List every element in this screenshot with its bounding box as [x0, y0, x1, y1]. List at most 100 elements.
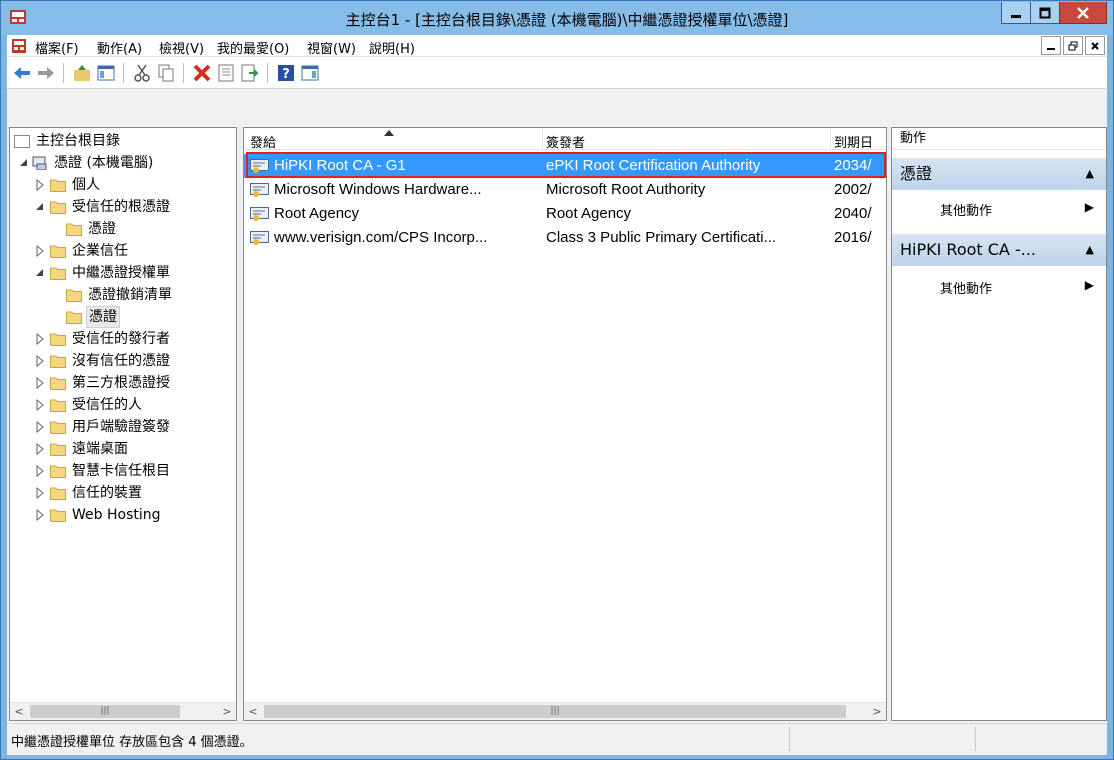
maximize-button[interactable] [1030, 2, 1060, 24]
collapsed-triangle-icon[interactable] [34, 504, 46, 526]
tree-node-trusted-root-certificates[interactable]: 憑證 [12, 218, 236, 240]
submenu-arrow-icon: ▶ [1084, 278, 1094, 292]
certificate-row[interactable]: Root Agency Root Agency 2040/ [244, 202, 886, 226]
collapsed-triangle-icon[interactable] [34, 438, 46, 460]
cell-issued-by: ePKI Root Certification Authority [546, 157, 761, 174]
scroll-left-button[interactable]: < [10, 703, 28, 720]
close-button[interactable] [1059, 2, 1107, 24]
show-hide-tree-icon[interactable] [95, 62, 117, 84]
collapsed-triangle-icon[interactable] [34, 460, 46, 482]
certificate-row[interactable]: Microsoft Windows Hardware... Microsoft … [244, 178, 886, 202]
menu-action[interactable]: 動作(A) [97, 38, 142, 57]
folder-icon [66, 289, 82, 302]
child-minimize-button[interactable] [1041, 36, 1061, 55]
tree-horizontal-scrollbar[interactable]: < ||| > [10, 702, 236, 720]
collapsed-triangle-icon[interactable] [34, 482, 46, 504]
certificate-list-pane[interactable]: 發給 簽發者 到期日 HiPKI Root CA - G1 ePKI Root … [243, 127, 887, 721]
action-pane-toggle-icon[interactable] [299, 62, 321, 84]
tree-node-third-party-root[interactable]: 第三方根憑證授 [12, 372, 236, 394]
menu-help[interactable]: 說明(H) [369, 38, 415, 57]
export-list-icon[interactable] [239, 62, 261, 84]
cut-icon[interactable] [131, 62, 153, 84]
console-tree-pane[interactable]: 主控台根目錄 憑證 (本機電腦) 個人 受信任的根憑證 憑證 企業信任 中繼憑證… [9, 127, 237, 721]
up-folder-icon[interactable] [71, 62, 93, 84]
tree-node-label: Web Hosting [72, 507, 161, 523]
menu-window[interactable]: 視窗(W) [307, 38, 356, 57]
column-header-issued-by[interactable]: 簽發者 [546, 132, 585, 151]
list-horizontal-scrollbar[interactable]: < ||| > [244, 702, 886, 720]
menu-file[interactable]: 檔案(F) [35, 38, 79, 57]
scroll-left-button[interactable]: < [244, 703, 262, 720]
minimize-button[interactable] [1001, 2, 1031, 24]
tree-node-personal[interactable]: 個人 [12, 174, 236, 196]
menu-favorites[interactable]: 我的最愛(O) [217, 38, 289, 57]
certificate-row[interactable]: HiPKI Root CA - G1 ePKI Root Certificati… [244, 154, 886, 178]
child-close-button[interactable] [1085, 36, 1105, 55]
collapsed-triangle-icon[interactable] [34, 350, 46, 372]
tree-node-intermediate-ca[interactable]: 中繼憑證授權單 [12, 262, 236, 284]
tree-node-trusted-publishers[interactable]: 受信任的發行者 [12, 328, 236, 350]
menu-view[interactable]: 檢視(V) [159, 38, 204, 57]
tree-node-label: 憑證 (本機電腦) [54, 155, 154, 171]
submenu-arrow-icon: ▶ [1084, 200, 1094, 214]
title-bar[interactable]: 主控台1 - [主控台根目錄\憑證 (本機電腦)\中繼憑證授權單位\憑證] [1, 1, 1113, 35]
collapsed-triangle-icon[interactable] [34, 416, 46, 438]
collapsed-triangle-icon[interactable] [34, 174, 46, 196]
close-icon [1077, 6, 1089, 19]
scroll-right-button[interactable]: > [218, 703, 236, 720]
expanded-triangle-icon[interactable] [34, 262, 46, 284]
collapsed-triangle-icon[interactable] [34, 328, 46, 350]
list-header: 發給 簽發者 到期日 [244, 128, 886, 151]
child-restore-button[interactable] [1063, 36, 1083, 55]
tree-node-web-hosting[interactable]: Web Hosting [12, 504, 236, 526]
scroll-right-button[interactable]: > [868, 703, 886, 720]
expanded-triangle-icon[interactable] [18, 152, 30, 174]
folder-icon [50, 487, 66, 500]
tree-node-enterprise-trust[interactable]: 企業信任 [12, 240, 236, 262]
tree-node-trusted-people[interactable]: 受信任的人 [12, 394, 236, 416]
expanded-triangle-icon[interactable] [34, 196, 46, 218]
collapsed-triangle-icon[interactable] [34, 240, 46, 262]
properties-icon[interactable] [215, 62, 237, 84]
column-header-issued-to[interactable]: 發給 [250, 132, 276, 151]
tree-node-client-auth-issuers[interactable]: 用戶端驗證簽發 [12, 416, 236, 438]
tree-node-label: 第三方根憑證授 [72, 375, 170, 391]
scroll-thumb[interactable]: ||| [30, 705, 180, 718]
tree-node-label: 憑證 [88, 221, 116, 237]
back-arrow-icon[interactable] [11, 62, 33, 84]
tree-node-trusted-root[interactable]: 受信任的根憑證 [12, 196, 236, 218]
help-icon[interactable]: ? [275, 62, 297, 84]
cell-expiry: 2002/ [834, 181, 872, 198]
column-header-expiry[interactable]: 到期日 [834, 132, 886, 151]
tree-node-label: 受信任的人 [72, 397, 142, 413]
delete-icon[interactable] [191, 62, 213, 84]
folder-icon [50, 333, 66, 346]
collapse-up-icon[interactable]: ▲ [1086, 234, 1094, 266]
scroll-thumb[interactable]: ||| [264, 705, 846, 718]
certificate-row[interactable]: www.verisign.com/CPS Incorp... Class 3 P… [244, 226, 886, 250]
more-actions-item[interactable]: 其他動作 [940, 200, 992, 219]
tree-node-certificates-local[interactable]: 憑證 (本機電腦) [12, 152, 236, 174]
minimize-icon [1047, 47, 1055, 50]
cell-issued-to: Microsoft Windows Hardware... [274, 181, 482, 198]
tree-node-label: 憑證撤銷清單 [88, 287, 172, 303]
tree-node-crl[interactable]: 憑證撤銷清單 [12, 284, 236, 306]
tree-node-trusted-devices[interactable]: 信任的裝置 [12, 482, 236, 504]
collapsed-triangle-icon[interactable] [34, 394, 46, 416]
mmc-menu-icon[interactable] [11, 38, 27, 54]
forward-arrow-icon[interactable] [35, 62, 57, 84]
tree-node-intermediate-certificates[interactable]: 憑證 [12, 306, 236, 328]
collapsed-triangle-icon[interactable] [34, 372, 46, 394]
tree-node-root[interactable]: 主控台根目錄 [12, 130, 236, 152]
tree-node-untrusted[interactable]: 沒有信任的憑證 [12, 350, 236, 372]
action-section-certificates[interactable]: 憑證 ▲ [892, 158, 1106, 190]
action-section-title: HiPKI Root CA -... [900, 240, 1036, 259]
tree-node-remote-desktop[interactable]: 遠端桌面 [12, 438, 236, 460]
tree-node-label: 中繼憑證授權單 [72, 265, 170, 281]
tree-node-smart-card-root[interactable]: 智慧卡信任根目 [12, 460, 236, 482]
copy-icon[interactable] [155, 62, 177, 84]
more-actions-item[interactable]: 其他動作 [940, 278, 992, 297]
action-section-hipki[interactable]: HiPKI Root CA -... ▲ [892, 234, 1106, 266]
collapse-up-icon[interactable]: ▲ [1086, 158, 1094, 190]
sort-ascending-icon [384, 130, 394, 136]
